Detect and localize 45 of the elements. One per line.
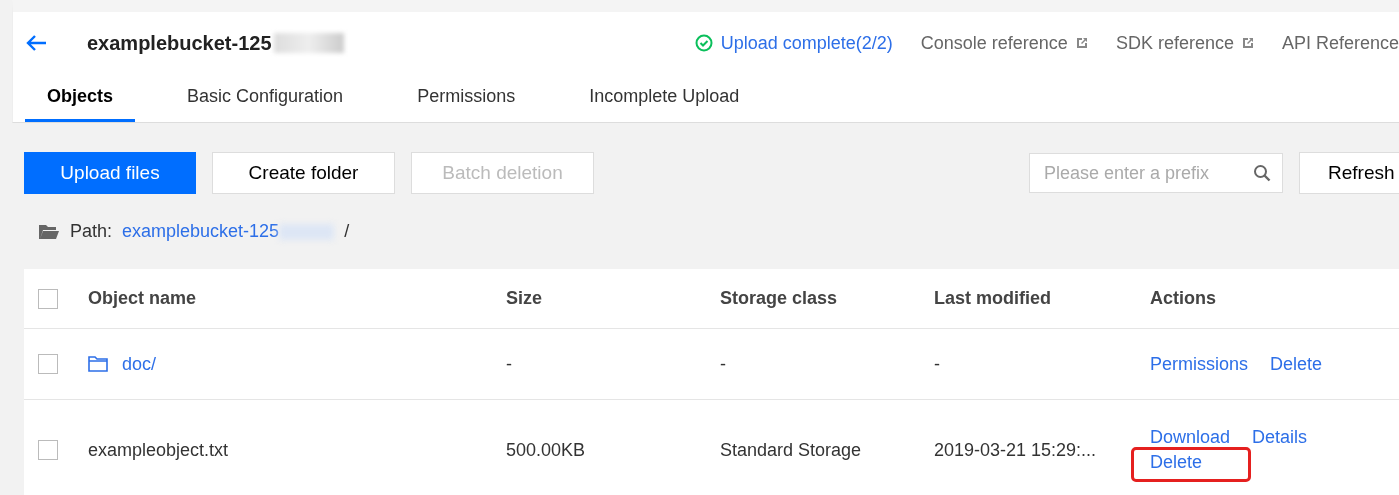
checkbox[interactable] — [38, 354, 58, 374]
column-header: Actions — [1150, 288, 1217, 309]
upload-status-link[interactable]: Upload complete(2/2) — [720, 32, 893, 54]
back-arrow-icon[interactable] — [25, 34, 47, 52]
table-cell-text: - — [934, 353, 941, 375]
column-header: Size — [506, 288, 544, 309]
checkbox[interactable] — [38, 288, 58, 309]
external-link-icon — [1241, 37, 1254, 49]
external-link-icon — [1075, 37, 1088, 49]
reference-link[interactable]: Console reference — [920, 32, 1068, 54]
tab[interactable]: Basic Configuration — [165, 74, 366, 122]
column-header: Storage class — [720, 288, 839, 309]
tab[interactable]: Permissions — [395, 74, 538, 122]
toolbar-button[interactable]: Create folder — [212, 152, 395, 194]
action-link[interactable]: Download — [1146, 425, 1235, 450]
action-link[interactable]: Details — [1248, 425, 1312, 450]
path-label: Path: — [70, 221, 113, 242]
check-circle-icon — [694, 34, 713, 52]
action-link[interactable]: Delete — [1266, 351, 1327, 377]
folder-link[interactable]: doc/ — [122, 353, 157, 375]
reference-link[interactable]: SDK reference — [1115, 32, 1234, 54]
bucket-title: examplebucket-125 — [87, 31, 272, 55]
table-cell-text: 2019-03-21 15:29:... — [934, 439, 1098, 461]
folder-icon — [38, 223, 60, 240]
folder-icon — [88, 356, 108, 372]
toolbar-button[interactable]: Upload files — [24, 152, 196, 194]
action-link[interactable]: Permissions — [1146, 351, 1253, 377]
redaction-blur — [273, 33, 344, 53]
file-name: exampleobject.txt — [88, 439, 229, 461]
checkbox[interactable] — [38, 440, 58, 460]
refresh-button[interactable]: Refresh — [1299, 152, 1399, 194]
tab[interactable]: Incomplete Upload — [567, 74, 762, 122]
reference-link[interactable]: API Reference — [1281, 32, 1399, 54]
search-icon[interactable] — [1253, 164, 1271, 182]
prefix-search-field[interactable]: Please enter a prefix — [1029, 153, 1283, 193]
table-cell-text: - — [506, 353, 513, 375]
table-cell-text: Standard Storage — [720, 439, 863, 461]
column-header: Object name — [88, 288, 198, 309]
table-cell-text: - — [720, 353, 727, 375]
tab[interactable]: Objects — [25, 74, 136, 122]
table-cell-text: 500.00KB — [506, 439, 587, 461]
action-link[interactable]: Delete — [1134, 450, 1249, 479]
column-header: Last modified — [934, 288, 1052, 309]
path-separator: / — [344, 221, 350, 242]
bucket-path-link[interactable]: examplebucket-125 — [122, 221, 280, 242]
